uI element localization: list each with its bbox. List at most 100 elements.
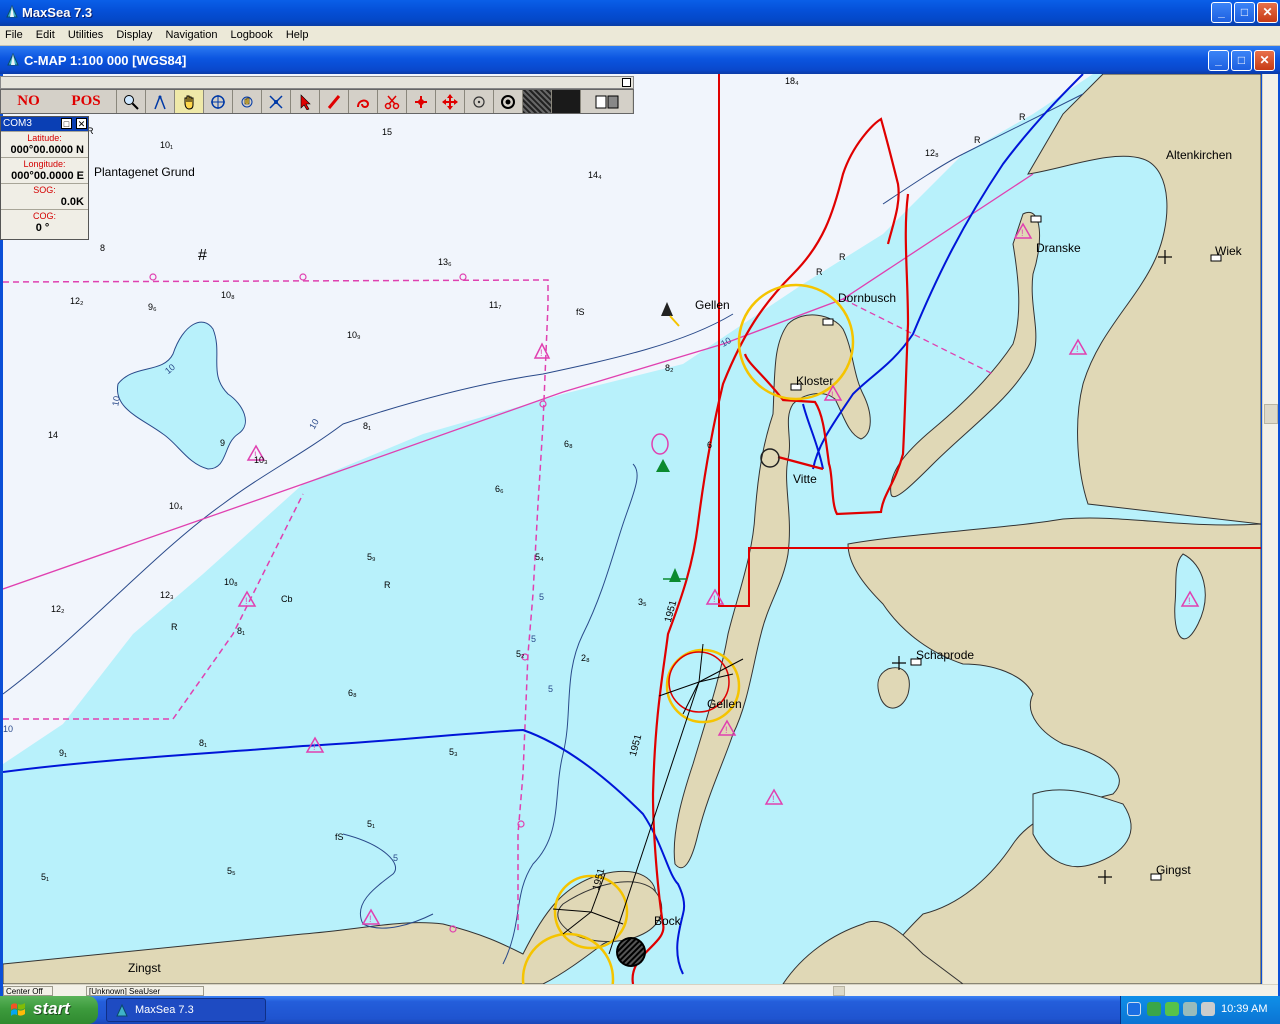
- depth-sounding: R: [816, 267, 823, 277]
- menu-navigation[interactable]: Navigation: [160, 26, 222, 41]
- status-center[interactable]: Center Off: [3, 986, 53, 996]
- chart-canvas[interactable]: !!! !!! !!! !!! #: [3, 74, 1261, 984]
- depth-sounding: 14: [48, 430, 59, 440]
- expand-icon[interactable]: [435, 90, 464, 113]
- sog-value: 0.0K: [60, 196, 84, 208]
- crosshair-icon[interactable]: [203, 90, 232, 113]
- depth-sounding: 6₈: [348, 688, 357, 698]
- depth-sounding: fS: [335, 832, 344, 842]
- latitude-value: 000°00.0000 N: [10, 144, 84, 156]
- label-gingst: Gingst: [1156, 863, 1191, 877]
- depth-sounding: 9₁: [59, 748, 68, 758]
- maximize-button[interactable]: □: [1234, 2, 1255, 23]
- chart-maximize-button[interactable]: □: [1231, 50, 1252, 71]
- svg-text:!: !: [1188, 596, 1191, 606]
- svg-text:!: !: [369, 914, 372, 924]
- status-pos[interactable]: POS: [56, 90, 116, 113]
- depth-sounding: 9₆: [148, 302, 157, 312]
- horizontal-scroll-thumb[interactable]: [833, 986, 845, 996]
- depth-sounding: 8₁: [237, 626, 246, 636]
- minimize-button[interactable]: _: [1211, 2, 1232, 23]
- monitor-icon[interactable]: [1183, 1002, 1197, 1016]
- depth-sounding: R: [384, 580, 391, 590]
- route-icon[interactable]: [348, 90, 377, 113]
- label-wiek: Wiek: [1215, 244, 1242, 258]
- taskbar-item-label: MaxSea 7.3: [135, 1004, 194, 1016]
- depth-sounding: 11₇: [489, 300, 502, 310]
- com-panel-restore-button[interactable]: □: [61, 118, 72, 129]
- menu-help[interactable]: Help: [281, 26, 314, 41]
- black-icon[interactable]: [551, 90, 580, 113]
- menu-edit[interactable]: Edit: [31, 26, 60, 41]
- com-panel: COM3 □ ✕ Latitude: 000°00.0000 N Longitu…: [0, 116, 89, 240]
- taskbar: start MaxSea 7.3 10:39 AM: [0, 996, 1280, 1024]
- depth-sounding: 5₅: [227, 866, 236, 876]
- taskbar-item-maxsea[interactable]: MaxSea 7.3: [106, 998, 266, 1022]
- depth-sounding: 5₉: [367, 552, 376, 562]
- depth-sounding: 10₈: [224, 577, 238, 587]
- window-icon[interactable]: [580, 90, 632, 113]
- close-button[interactable]: ✕: [1257, 2, 1278, 23]
- depth-sounding: 12₃: [160, 590, 174, 600]
- depth-sounding: 8₁: [363, 421, 372, 431]
- depth-sounding: 10₁: [160, 140, 174, 150]
- label-dranske: Dranske: [1036, 241, 1081, 255]
- vertical-scrollbar[interactable]: [1262, 74, 1278, 984]
- depth-sounding: 18₄: [785, 76, 799, 86]
- scissors-icon[interactable]: [377, 90, 406, 113]
- chart-close-button[interactable]: ✕: [1254, 50, 1275, 71]
- pattern-icon[interactable]: [522, 90, 551, 113]
- contour-label: 5: [539, 592, 545, 602]
- volume-icon[interactable]: [1201, 1002, 1215, 1016]
- chart-window-titlebar[interactable]: C-MAP 1:100 000 [WGS84] _ □ ✕: [0, 46, 1280, 74]
- zoom-icon[interactable]: [116, 90, 145, 113]
- windows-flag-icon: [11, 1003, 25, 1016]
- com-panel-close-button[interactable]: ✕: [76, 118, 87, 129]
- chart-minimize-button[interactable]: _: [1208, 50, 1229, 71]
- depth-sounding: 8₁: [199, 738, 208, 748]
- toolbar-caption[interactable]: [0, 76, 634, 89]
- svg-text:!: !: [725, 725, 728, 735]
- security-icon[interactable]: [1165, 1002, 1179, 1016]
- depth-sounding: 10₉: [347, 330, 361, 340]
- depth-sounding: fS: [576, 307, 585, 317]
- toolbar-pin-icon[interactable]: [622, 78, 631, 87]
- label-kloster: Kloster: [796, 374, 834, 388]
- label-dornbusch: Dornbusch: [838, 291, 897, 305]
- depth-sounding: 8₂: [665, 363, 674, 373]
- hand-icon[interactable]: [174, 90, 203, 113]
- cursor-icon[interactable]: [406, 90, 435, 113]
- status-no[interactable]: NO: [1, 90, 56, 113]
- com-panel-header[interactable]: COM3 □ ✕: [1, 117, 88, 131]
- start-button[interactable]: start: [0, 996, 98, 1024]
- depth-sounding: 10₃: [254, 455, 268, 465]
- menu-display[interactable]: Display: [111, 26, 157, 41]
- target-icon[interactable]: [493, 90, 522, 113]
- menu-utilities[interactable]: Utilities: [63, 26, 108, 41]
- scale-icon[interactable]: [261, 90, 290, 113]
- circle-icon[interactable]: [464, 90, 493, 113]
- longitude-value: 000°00.0000 E: [11, 170, 84, 182]
- depth-sounding: 5₃: [449, 747, 458, 757]
- pencil-icon[interactable]: [319, 90, 348, 113]
- buoy-red-yellow: [661, 302, 680, 327]
- menu-file[interactable]: File: [0, 26, 28, 41]
- move-icon[interactable]: [232, 90, 261, 113]
- depth-sounding: 15: [382, 127, 393, 137]
- chart-toolbar: NO POS: [0, 89, 634, 114]
- contour-label: 10: [3, 724, 14, 734]
- menu-logbook[interactable]: Logbook: [226, 26, 278, 41]
- window-titlebar[interactable]: MaxSea 7.3 _ □ ✕: [0, 0, 1280, 26]
- depth-sounding: 5₄: [535, 552, 544, 562]
- compass-icon[interactable]: [145, 90, 174, 113]
- vertical-scroll-thumb[interactable]: [1264, 404, 1278, 424]
- pointer-icon[interactable]: [290, 90, 319, 113]
- depth-sounding: 12₂: [51, 604, 65, 614]
- nautical-chart[interactable]: !!! !!! !!! !!! # Plantagenet Grund Alte…: [3, 74, 1261, 984]
- status-user: [Unknown] SeaUser: [86, 986, 204, 996]
- tray-expand-icon[interactable]: [1127, 1002, 1141, 1016]
- maxsea-app-icon: [6, 5, 18, 18]
- network-icon[interactable]: [1147, 1002, 1161, 1016]
- depth-sounding: 6₈: [564, 439, 573, 449]
- label-plantagenet-grund: Plantagenet Grund: [94, 165, 195, 179]
